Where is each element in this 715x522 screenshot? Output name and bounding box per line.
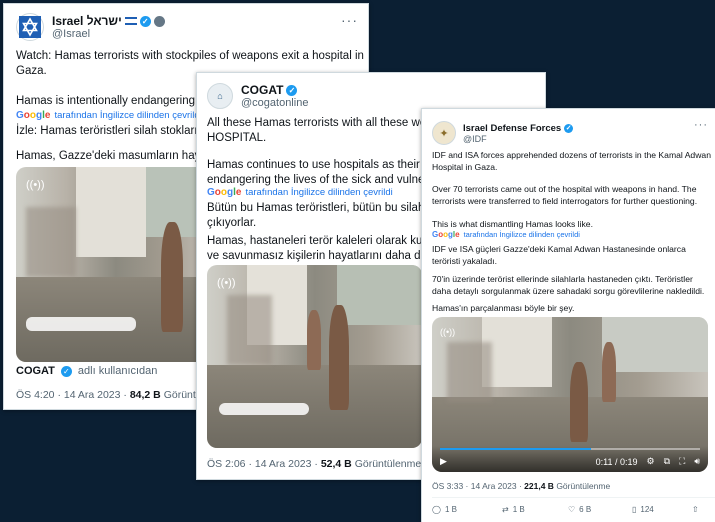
tweet-text-line: Hamas, Gazze'deki masumların hayatl: [16, 150, 213, 162]
tweet-text-line: Hamas is intentionally endangering th: [16, 95, 208, 107]
more-options-icon[interactable]: ···: [341, 12, 358, 28]
tweet-text-line: All these Hamas terrorists with all thes…: [207, 117, 452, 129]
retweet-count: 1 B: [512, 505, 525, 514]
tweet-timestamp[interactable]: ÖS 4:20 · 14 Ara 2023 ·: [16, 389, 127, 401]
tweet-text-line: 70'in üzerinde terörist ellerinde silahl…: [432, 274, 693, 284]
verified-icon: ✓: [286, 84, 298, 96]
tweet-text-line: Watch: Hamas terrorists with stockpiles …: [16, 50, 364, 62]
tweet-text-line: endangering the lives of the sick and vu…: [207, 174, 454, 186]
google-translate-note[interactable]: Google tarafından İngilizce dilinden çev…: [432, 230, 580, 239]
tweet-text-line: This is what dismantling Hamas looks lik…: [432, 219, 593, 229]
tweet-text-line: ve savunmasız kişilerin hayatlarını daha…: [207, 250, 457, 262]
author-name[interactable]: COGAT: [241, 83, 283, 97]
share-button[interactable]: ⇧: [692, 505, 699, 514]
tweet-card-idf: ✦ Israel Defense Forces ✓ @IDF ··· IDF an…: [421, 108, 715, 522]
idf-emblem-icon: ✦: [439, 127, 449, 140]
tweet-video[interactable]: ((•)): [207, 265, 422, 448]
cogat-watermark-icon: ((•)): [217, 277, 236, 289]
tweet-text-line: İzle: Hamas teröristleri silah stoklarıy…: [16, 125, 213, 137]
retweet-icon: ⇄: [502, 505, 509, 514]
tweet-text-line: Hospital in Gaza.: [432, 162, 498, 172]
quoted-handle[interactable]: adlı kullanıcıdan: [78, 365, 158, 377]
tweet-text-line: Over 70 terrorists came out of the hospi…: [432, 184, 697, 194]
more-options-icon[interactable]: ···: [694, 119, 708, 131]
author-name[interactable]: Israel ישראל: [52, 14, 122, 28]
translate-label: tarafından İngilizce dilinden çevrildi: [245, 187, 393, 198]
google-logo: Google: [432, 230, 460, 239]
settings-icon[interactable]: ⚙: [647, 456, 655, 467]
bookmark-icon: ▯: [632, 505, 637, 514]
like-button[interactable]: ♡ 6 B: [568, 505, 591, 514]
translate-label: tarafından İngilizce dilinden çevrildi: [54, 110, 202, 121]
author-handle[interactable]: @Israel: [52, 28, 165, 40]
tweet-text-line: Hamas, hastaneleri terör kaleleri olarak…: [207, 235, 450, 247]
video-progress-fill[interactable]: [440, 448, 591, 450]
israel-flag-icon: [124, 17, 137, 25]
cogat-watermark-icon: ((•)): [26, 179, 45, 191]
quoted-author[interactable]: COGAT: [16, 365, 55, 377]
reply-button[interactable]: ◯ 1 B: [432, 505, 457, 514]
israel-avatar[interactable]: [16, 13, 44, 41]
tweet-text-line: HOSPITAL.: [207, 132, 267, 144]
tweet-text-line: terrorists were transferred to field int…: [432, 196, 698, 206]
author-name[interactable]: Israel Defense Forces: [463, 123, 561, 134]
view-count: 221,4 B: [524, 481, 554, 491]
heart-icon: ♡: [568, 505, 576, 514]
tweet-text-line: daha detaylı sorgulanmak üzere sahadaki …: [432, 286, 705, 296]
verified-icon: ✓: [60, 365, 72, 377]
tweet-text-line: çıkıyorlar.: [207, 217, 257, 229]
play-icon[interactable]: ▶: [440, 456, 447, 467]
google-translate-note[interactable]: Google tarafından İngilizce dilinden çev…: [16, 110, 202, 121]
tweet-text-line: IDF and ISA forces apprehended dozens of…: [432, 150, 711, 160]
reply-icon: ◯: [432, 505, 441, 514]
reply-count: 1 B: [444, 505, 457, 514]
tweet-text-line: IDF ve ISA güçleri Gazze'deki Kamal Adwa…: [432, 244, 686, 254]
fullscreen-icon[interactable]: ⛶: [679, 456, 685, 467]
author-handle[interactable]: @IDF: [463, 134, 573, 144]
cogat-emblem-icon: ⌂: [217, 91, 223, 101]
gov-badge-icon: [153, 15, 165, 27]
bookmark-button[interactable]: ▯ 124: [632, 505, 654, 514]
volume-icon[interactable]: 🔊︎: [694, 456, 700, 467]
tweet-timestamp[interactable]: ÖS 2:06 · 14 Ara 2023 ·: [207, 458, 318, 470]
tweet-video[interactable]: ▶ 0:11 / 0:19 ⚙ ⧉ ⛶ 🔊︎ ((•)): [432, 317, 708, 472]
google-logo: Google: [16, 110, 51, 121]
google-logo: Google: [207, 187, 242, 198]
translate-label: tarafından İngilizce dilinden çevrildi: [463, 230, 580, 239]
bookmark-count: 124: [640, 505, 654, 514]
cogat-avatar[interactable]: ⌂: [207, 83, 233, 109]
retweet-button[interactable]: ⇄ 1 B: [502, 505, 525, 514]
google-translate-note[interactable]: Google tarafından İngilizce dilinden çev…: [207, 187, 393, 198]
view-count: 52,4 B: [320, 458, 352, 470]
video-time: 0:11 / 0:19: [595, 456, 638, 467]
tweet-text-line: Hamas continues to use hospitals as thei…: [207, 159, 451, 171]
pip-icon[interactable]: ⧉: [664, 456, 670, 467]
share-icon: ⇧: [692, 505, 699, 514]
tweet-video[interactable]: ((•)): [16, 167, 216, 362]
tweet-text-line: Gaza.: [16, 65, 47, 77]
like-count: 6 B: [579, 505, 592, 514]
verified-icon: ✓: [564, 123, 574, 133]
tweet-text-line: Hamas'ın parçalanması böyle bir şey.: [432, 303, 575, 313]
views-label: Görüntülenme: [556, 481, 611, 491]
cogat-watermark-icon: ((•)): [440, 327, 456, 337]
views-label: Görüntülenme: [354, 458, 422, 470]
idf-avatar[interactable]: ✦: [432, 121, 456, 145]
tweet-text-line: teröristi yakaladı.: [432, 256, 497, 266]
verified-icon: ✓: [139, 15, 151, 27]
star-of-david-icon: [19, 16, 41, 38]
view-count: 84,2 B: [129, 389, 161, 401]
tweet-text-line: Bütün bu Hamas teröristleri, bütün bu si…: [207, 202, 456, 214]
tweet-timestamp[interactable]: ÖS 3:33 · 14 Ara 2023 ·: [432, 481, 522, 491]
author-handle[interactable]: @cogatonline: [241, 97, 308, 109]
